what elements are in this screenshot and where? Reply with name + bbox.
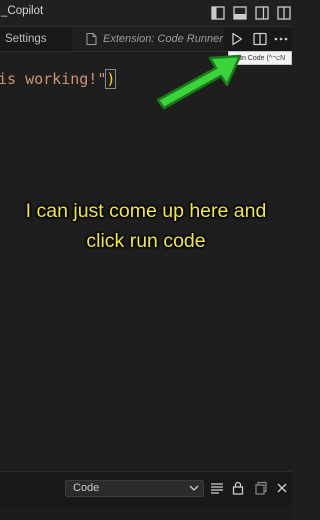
file-icon: [86, 33, 97, 45]
output-channel-select[interactable]: Code: [65, 480, 204, 497]
window-title: _Copilot: [1, 5, 44, 17]
lock-icon[interactable]: [231, 481, 245, 495]
filter-lines-icon[interactable]: [210, 481, 224, 495]
split-editor-icon[interactable]: [252, 31, 268, 47]
close-panel-icon[interactable]: [275, 481, 289, 495]
code-closing-paren: ): [105, 69, 117, 89]
layout-grid-icon[interactable]: [276, 5, 292, 21]
output-panel-toolbar: Code: [0, 471, 292, 506]
code-line[interactable]: is working!"): [0, 69, 117, 89]
tab-settings[interactable]: Settings: [0, 27, 72, 51]
copy-icon[interactable]: [254, 481, 268, 495]
code-string: is working!": [0, 70, 107, 88]
caption-text: I can just come up here and click run co…: [25, 200, 267, 252]
title-bar: _Copilot: [0, 0, 292, 27]
more-actions-icon[interactable]: [273, 31, 289, 47]
panel-bottom-icon[interactable]: [232, 5, 248, 21]
output-channel-value: Code: [73, 482, 100, 494]
tab-settings-label: Settings: [5, 33, 47, 45]
chevron-down-icon: [189, 485, 199, 491]
split-right-icon[interactable]: [254, 5, 270, 21]
split-left-icon[interactable]: [210, 5, 226, 21]
green-arrow-icon: [156, 54, 242, 110]
status-strip: [0, 506, 292, 520]
